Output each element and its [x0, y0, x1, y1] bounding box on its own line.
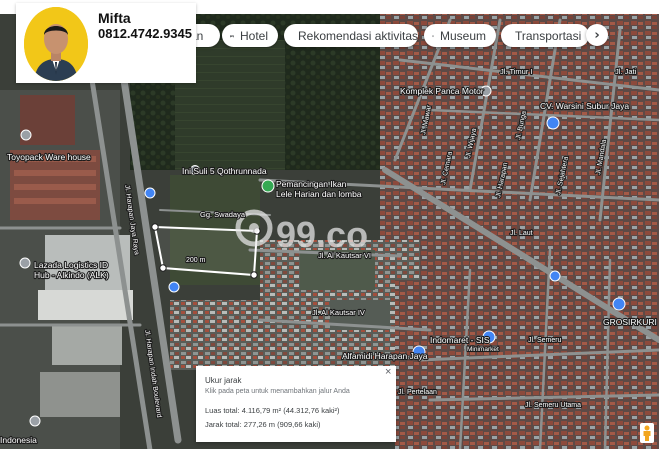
map-label-jl-timur: Jl. Timur I: [500, 67, 533, 76]
place-pin-warsini[interactable]: [546, 116, 560, 130]
place-pin-toyopack[interactable]: [20, 129, 32, 141]
watermark-text: 99.co: [276, 214, 368, 255]
map-label-alfamidi: Alfamidi Harapan Jaya: [342, 351, 428, 361]
map-label-toyopack: Toyopack Ware house: [7, 152, 91, 162]
place-pin-left-2[interactable]: [168, 281, 180, 293]
map-label-lazada-1: Lazada Logistics ID: [34, 260, 108, 270]
chip-transport[interactable]: Transportasi: [501, 24, 589, 47]
chip-transport-label: Transportasi: [515, 28, 582, 43]
measure-distance-panel: × Ukur jarak Klik pada peta untuk menamb…: [196, 366, 396, 442]
measure-panel-title: Ukur jarak: [205, 376, 242, 385]
map-label-jl-laut: Jl. Laut: [510, 230, 533, 237]
pegman-icon[interactable]: [640, 423, 654, 443]
chip-hotel[interactable]: Hotel: [222, 24, 278, 47]
map-label-ini-sulis: Ini Suli 5 Qothrunnada: [182, 166, 267, 176]
chip-hotel-label: Hotel: [239, 28, 268, 43]
place-pin-pemancingan[interactable]: [261, 179, 275, 193]
map-label-jl-semeru: Jl. Semeru: [528, 337, 562, 344]
map-label-pemancingan-2: Lele Harian dan lomba: [276, 189, 362, 199]
chip-recommended-label: Rekomendasi aktivitas: [298, 28, 418, 43]
map-label-lazada-2: Hub - Alkindo (ALK): [34, 270, 109, 280]
measure-panel-hint: Klik pada peta untuk menambahkan jalur A…: [205, 388, 350, 395]
map-label-komplek: Komplek Panca Motor: [400, 86, 484, 96]
contact-card: Mifta 0812.4742.9345: [16, 3, 196, 83]
chip-museum[interactable]: Museum: [424, 24, 496, 47]
bed-icon: [230, 34, 234, 37]
measure-total-distance: Jarak total: 277,26 m (909,66 kaki): [205, 420, 321, 429]
map-label-indonesia: Indonesia: [0, 435, 37, 445]
place-pin-bottom-left[interactable]: [29, 415, 41, 427]
map-label-minimarket: Minimarket: [467, 346, 499, 353]
map-label-jl-jati: Jl. Jati: [615, 67, 637, 76]
chip-recommended[interactable]: Rekomendasi aktivitas: [284, 24, 418, 47]
map-label-gg-swadaya: Gg. Swadaya: [200, 210, 246, 219]
chip-museum-label: Museum: [439, 28, 486, 43]
map-label-pemancingan-1: Pemancingan Ikan: [276, 179, 347, 189]
place-pin-left-1[interactable]: [144, 187, 156, 199]
place-pin-blue-mid[interactable]: [549, 270, 561, 282]
close-icon[interactable]: ×: [385, 366, 391, 378]
chips-next-button[interactable]: ›: [586, 24, 608, 46]
map-label-indomaret: Indomaret - SIS: [430, 335, 490, 345]
map-label-cv-warsini: CV. Warsini Subur Jaya: [540, 101, 629, 111]
map-label-jl-al-kautsar-iv: Jl. Al Kautsar IV: [312, 308, 365, 317]
map-label-grosir: GROSIRKURI: [603, 317, 657, 327]
screenshot-frame: 200 m 99.co Toyopack Ware house Lazada L…: [0, 0, 659, 467]
contact-phone: 0812.4742.9345: [98, 26, 192, 41]
bottom-border: [0, 449, 659, 467]
place-pin-grosir[interactable]: [612, 297, 626, 311]
measure-total-area: Luas total: 4.116,79 m² (44.312,76 kaki²…: [205, 406, 340, 415]
place-pin-lazada[interactable]: [19, 257, 31, 269]
measure-label: 200 m: [186, 257, 206, 264]
museum-icon: [432, 34, 434, 37]
chevron-right-icon: ›: [594, 27, 600, 43]
contact-name: Mifta: [98, 10, 131, 26]
map-label-jl-pertelaan: Jl. Pertelaan: [398, 389, 437, 396]
avatar: [24, 7, 88, 81]
map-label-jl-semeru-utama: Jl. Semeru Utama: [525, 402, 581, 409]
map-label-jl-al-kautsar-vi: Jl. Al Kautsar VI: [318, 251, 371, 260]
